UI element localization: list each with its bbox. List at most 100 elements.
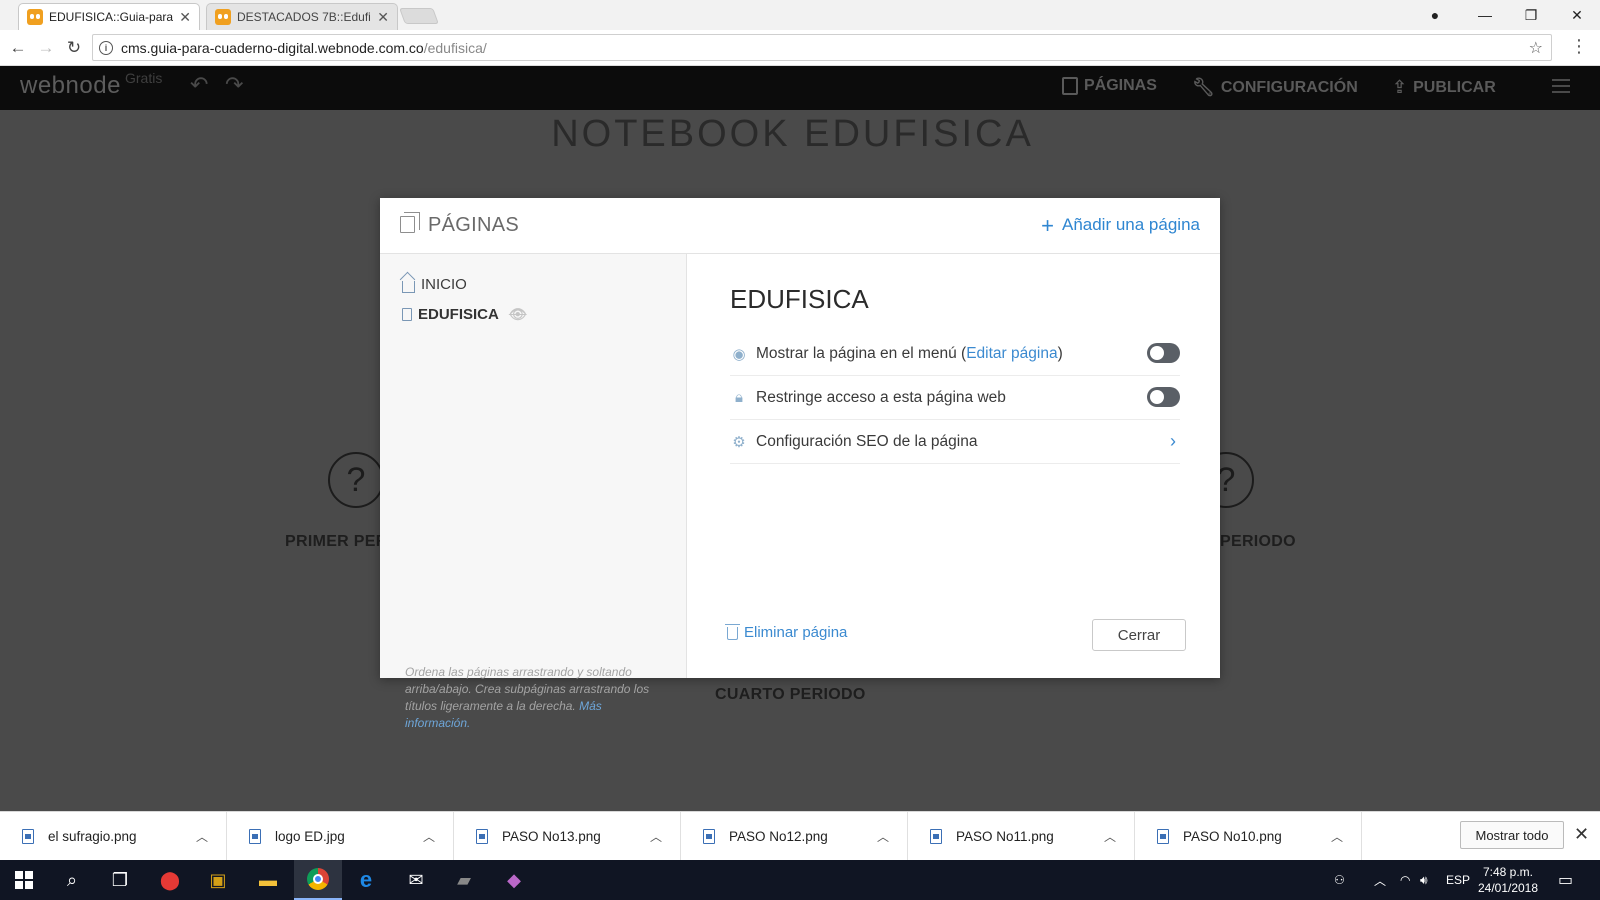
- notifications-icon[interactable]: ▭: [1558, 860, 1573, 900]
- volume-icon[interactable]: 🔊︎: [1420, 860, 1428, 900]
- close-tab-icon[interactable]: ✕: [377, 9, 389, 26]
- site-title: NOTEBOOK EDUFISICA: [551, 113, 1034, 155]
- page-item-edufisica[interactable]: EDUFISICA 👁︎: [402, 306, 527, 323]
- close-button[interactable]: Cerrar: [1092, 619, 1186, 651]
- download-item[interactable]: el sufragio.png ︿: [0, 812, 227, 861]
- tab-title: EDUFISICA::Guia-para-cu: [49, 10, 174, 24]
- windows-logo-icon: [15, 871, 33, 889]
- back-arrow-icon[interactable]: ←: [6, 36, 30, 60]
- eye-hidden-icon: 👁︎: [508, 306, 527, 322]
- chevron-up-icon[interactable]: ︿: [650, 828, 662, 845]
- page-item-label: INICIO: [421, 276, 467, 293]
- store-icon[interactable]: ▣: [194, 860, 242, 900]
- close-window-button[interactable]: ✕: [1554, 0, 1600, 30]
- tab-edufisica[interactable]: EDUFISICA::Guia-para-cu ✕: [18, 3, 200, 30]
- chevron-up-icon[interactable]: ︿: [1374, 860, 1386, 900]
- wifi-icon[interactable]: ◠: [1400, 860, 1410, 900]
- minimize-button[interactable]: —: [1462, 0, 1508, 30]
- pages-icon: [1062, 77, 1078, 95]
- url-path: /edufisica/: [423, 39, 487, 56]
- lock-icon: 🔒︎: [735, 389, 743, 406]
- add-page-button[interactable]: + Añadir una página: [1041, 214, 1200, 236]
- show-in-menu-toggle[interactable]: [1147, 343, 1180, 363]
- image-file-icon: [703, 829, 715, 844]
- image-file-icon: [1157, 829, 1169, 844]
- download-filename: PASO No12.png: [729, 829, 828, 844]
- delete-page-label: Eliminar página: [744, 624, 848, 641]
- menu-publish[interactable]: ⇪ PUBLICAR: [1392, 77, 1496, 98]
- delete-page-button[interactable]: Eliminar página: [725, 624, 848, 641]
- browser-toolbar: ← → ↻ i cms.guia-para-cuaderno-digital.w…: [0, 30, 1600, 66]
- close-downloads-icon[interactable]: ✕: [1574, 824, 1589, 845]
- address-bar[interactable]: i cms.guia-para-cuaderno-digital.webnode…: [92, 34, 1552, 61]
- restore-button[interactable]: ❐: [1508, 0, 1554, 30]
- chrome-icon: [307, 868, 329, 890]
- webnode-logo: webnode: [20, 72, 121, 99]
- browser-menu-icon[interactable]: ⋮: [1570, 36, 1588, 57]
- edit-page-link[interactable]: Editar página: [966, 345, 1057, 362]
- profile-icon[interactable]: ●: [1412, 0, 1458, 30]
- menu-pages[interactable]: PÁGINAS: [1062, 77, 1157, 95]
- forward-arrow-icon[interactable]: →: [34, 36, 58, 60]
- dialog-title: PÁGINAS: [428, 214, 520, 236]
- download-item[interactable]: PASO No11.png ︿: [908, 812, 1135, 861]
- menu-settings[interactable]: 🔧︎ CONFIGURACIÓN: [1192, 77, 1358, 98]
- wrench-icon: 🔧︎: [1192, 77, 1215, 97]
- language-indicator[interactable]: ESP: [1446, 860, 1470, 900]
- bookmark-star-icon[interactable]: ☆: [1529, 38, 1543, 58]
- browser-tab-bar: EDUFISICA::Guia-para-cu ✕ DESTACADOS 7B:…: [0, 0, 1600, 30]
- page-icon: [402, 308, 412, 321]
- paint-icon[interactable]: ◆: [490, 860, 538, 900]
- tab-destacados[interactable]: DESTACADOS 7B::Edufisi ✕: [206, 3, 398, 30]
- undo-icon[interactable]: ↶: [190, 72, 208, 98]
- image-file-icon: [930, 829, 942, 844]
- plan-badge: Gratis: [125, 70, 163, 86]
- download-filename: PASO No13.png: [502, 829, 601, 844]
- clock-time: 7:48 p.m.: [1482, 865, 1534, 879]
- menu-settings-label: CONFIGURACIÓN: [1220, 78, 1358, 96]
- redo-icon[interactable]: ↷: [225, 72, 243, 98]
- restrict-access-toggle[interactable]: [1147, 387, 1180, 407]
- download-item[interactable]: PASO No10.png ︿: [1135, 812, 1362, 861]
- clock[interactable]: 7:48 p.m. 24/01/2018: [1470, 864, 1546, 896]
- app-icon[interactable]: ▰: [440, 860, 488, 900]
- image-file-icon: [22, 829, 34, 844]
- download-item[interactable]: PASO No12.png ︿: [681, 812, 908, 861]
- pages-dialog: PÁGINAS + Añadir una página INICIO EDUFI…: [380, 198, 1220, 730]
- chevron-up-icon[interactable]: ︿: [423, 828, 435, 845]
- clock-date: 24/01/2018: [1477, 881, 1539, 895]
- start-button[interactable]: [0, 860, 48, 900]
- mail-icon[interactable]: ✉: [392, 860, 440, 900]
- hamburger-menu-icon[interactable]: [1552, 79, 1570, 93]
- seo-settings-label: Configuración SEO de la página: [756, 432, 978, 450]
- people-icon[interactable]: ⚇: [1334, 860, 1345, 900]
- download-item[interactable]: logo ED.jpg ︿: [227, 812, 454, 861]
- new-tab-button[interactable]: [399, 8, 439, 24]
- info-icon[interactable]: i: [99, 40, 113, 55]
- trash-icon: [725, 624, 740, 640]
- page-item-inicio[interactable]: INICIO: [402, 276, 467, 293]
- app-icon[interactable]: ⬤: [146, 860, 194, 900]
- chevron-up-icon[interactable]: ︿: [1104, 828, 1116, 845]
- seo-settings-row[interactable]: ⚙ Configuración SEO de la página ›: [730, 420, 1180, 464]
- file-explorer-icon[interactable]: ▬: [244, 860, 292, 900]
- webnode-favicon-icon: [215, 9, 231, 25]
- chevron-up-icon[interactable]: ︿: [877, 828, 889, 845]
- webnode-editor-bar: webnode Gratis ↶ ↷ PÁGINAS 🔧︎ CONFIGURAC…: [0, 66, 1600, 110]
- close-tab-icon[interactable]: ✕: [179, 9, 191, 26]
- chevron-right-icon[interactable]: ›: [1170, 431, 1176, 452]
- chevron-up-icon[interactable]: ︿: [196, 828, 208, 845]
- download-filename: el sufragio.png: [48, 829, 137, 844]
- chrome-taskbar-button[interactable]: [294, 860, 342, 900]
- download-item[interactable]: PASO No13.png ︿: [454, 812, 681, 861]
- show-all-downloads-button[interactable]: Mostrar todo: [1460, 821, 1564, 849]
- chevron-up-icon[interactable]: ︿: [1331, 828, 1343, 845]
- gear-icon: ⚙: [732, 433, 746, 451]
- task-view-icon[interactable]: ❐: [96, 860, 144, 900]
- reload-icon[interactable]: ↻: [62, 36, 86, 60]
- image-file-icon: [476, 829, 488, 844]
- pages-tree: INICIO EDUFISICA 👁︎ Ordena las páginas a…: [380, 254, 687, 730]
- question-icon: ?: [328, 452, 384, 508]
- internet-explorer-icon[interactable]: e: [342, 860, 390, 900]
- search-icon[interactable]: ⌕: [48, 860, 96, 900]
